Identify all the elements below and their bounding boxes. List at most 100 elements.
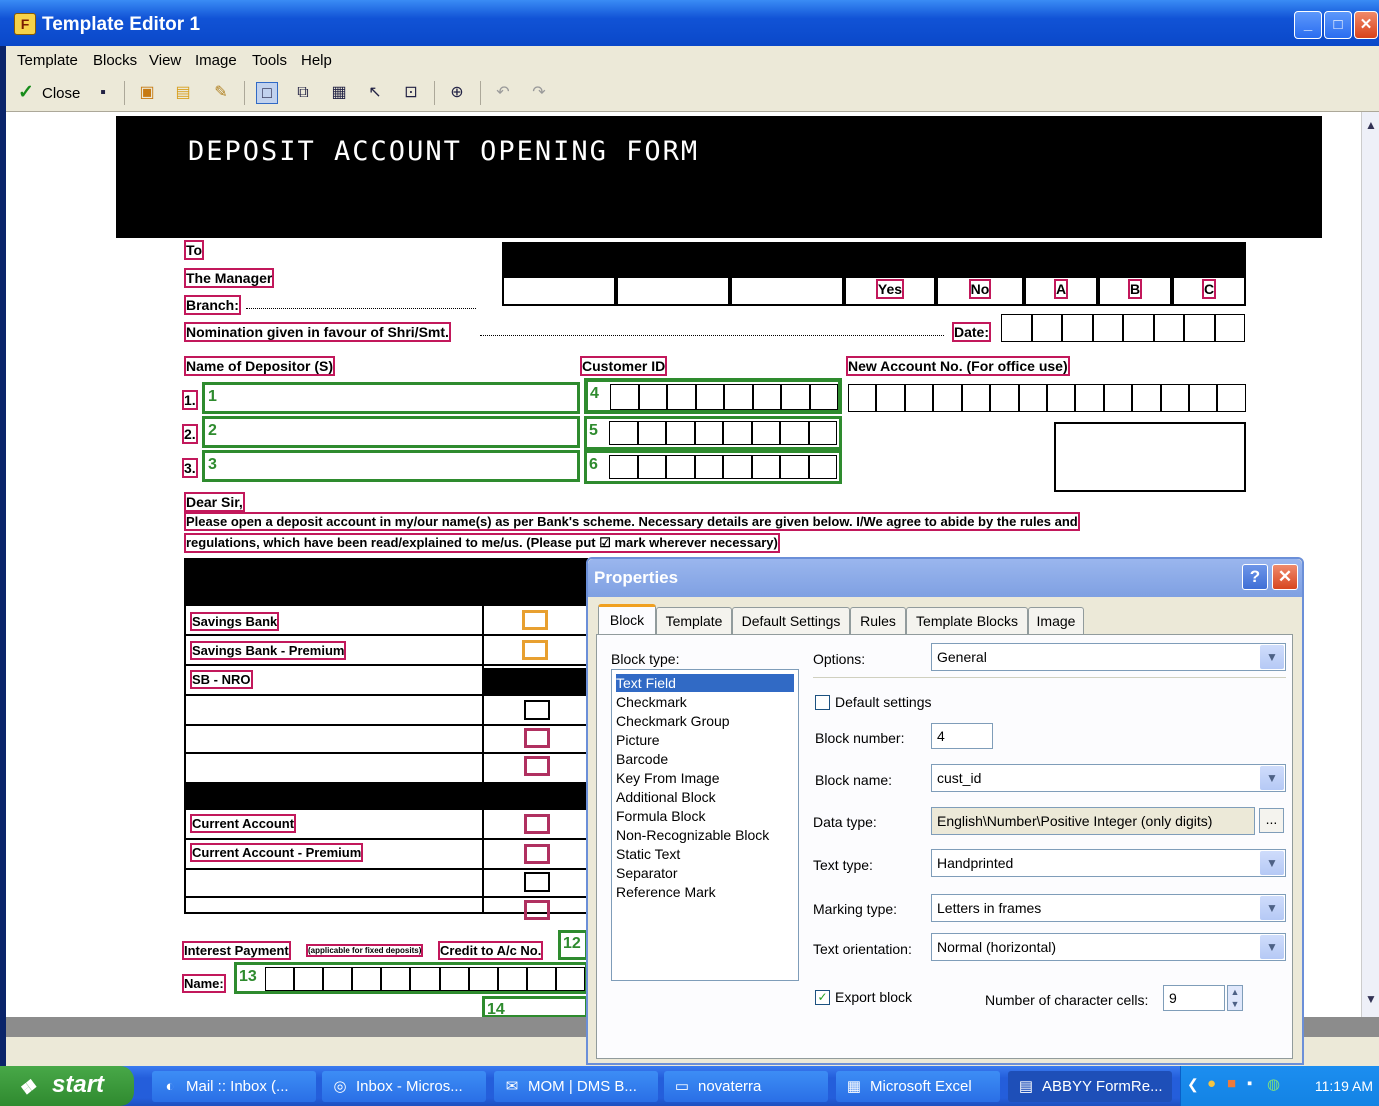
title-bar[interactable]: F Template Editor 1 _ □ ✕ (0, 0, 1379, 46)
text-type-select[interactable]: Handprinted ▼ (931, 849, 1286, 877)
check-icon[interactable]: ✓ (18, 81, 34, 104)
tray-app-icon[interactable]: ◍ (1267, 1075, 1280, 1093)
checkmark-block[interactable] (524, 814, 550, 834)
group-tool-icon[interactable]: ⧉ (292, 82, 314, 104)
list-item[interactable]: Checkmark (616, 693, 687, 711)
tab-rules[interactable]: Rules (850, 607, 906, 635)
char-cells-input[interactable]: 9 (1163, 985, 1225, 1011)
row-number: 3. (182, 458, 198, 478)
depositor-name-2-block[interactable]: 2 (202, 416, 580, 448)
checkmark-box[interactable] (524, 700, 550, 720)
menu-template[interactable]: Template (17, 52, 78, 69)
gift-icon[interactable]: ▣ (136, 82, 158, 104)
chevron-down-icon[interactable]: ▼ (1260, 896, 1284, 920)
menu-tools[interactable]: Tools (252, 52, 287, 69)
checkmark-block[interactable] (524, 756, 550, 776)
start-button[interactable]: ❖ start (0, 1066, 134, 1106)
folder-icon[interactable]: ▤ (172, 82, 194, 104)
menu-help[interactable]: Help (301, 52, 332, 69)
tab-template-blocks[interactable]: Template Blocks (906, 607, 1028, 635)
vertical-scrollbar[interactable]: ▲ ▼ (1361, 112, 1379, 1017)
menu-image[interactable]: Image (195, 52, 237, 69)
list-item[interactable]: Text Field (616, 674, 794, 692)
list-item[interactable]: Key From Image (616, 769, 719, 787)
list-item[interactable]: Picture (616, 731, 660, 749)
chevron-down-icon[interactable]: ▼ (1260, 766, 1284, 790)
list-item[interactable]: Separator (616, 864, 677, 882)
chevron-down-icon[interactable]: ▼ (1260, 645, 1284, 669)
task-novaterra[interactable]: ▭ novaterra (664, 1071, 828, 1102)
globe-icon[interactable]: ⊕ (446, 82, 468, 104)
list-item[interactable]: Checkmark Group (616, 712, 730, 730)
task-excel[interactable]: ▦ Microsoft Excel (836, 1071, 1000, 1102)
options-select[interactable]: General ▼ (931, 643, 1286, 671)
list-item[interactable]: Static Text (616, 845, 680, 863)
export-block-checkbox[interactable]: ✓ (815, 990, 830, 1005)
tab-image[interactable]: Image (1028, 607, 1084, 635)
undo-icon[interactable]: ↶ (492, 82, 514, 104)
checkmark-box[interactable] (524, 872, 550, 892)
depositor-name-3-block[interactable]: 3 (202, 450, 580, 482)
list-item[interactable]: Barcode (616, 750, 668, 768)
checkmark-block[interactable] (524, 844, 550, 864)
region-icon[interactable]: ⊡ (400, 82, 422, 104)
name-block[interactable]: 13 (234, 962, 588, 994)
checkmark-block[interactable] (522, 640, 548, 660)
tray-app-icon[interactable]: ■ (1227, 1075, 1236, 1092)
scroll-up-icon[interactable]: ▲ (1365, 118, 1377, 132)
task-inbox-outlook[interactable]: ◎ Inbox - Micros... (322, 1071, 486, 1102)
list-item[interactable]: Formula Block (616, 807, 705, 825)
char-cells-spinner[interactable]: ▲ ▼ (1227, 985, 1243, 1011)
task-abbyy[interactable]: ▤ ABBYY FormRe... (1008, 1071, 1172, 1102)
excel-icon: ▦ (846, 1078, 862, 1095)
tray-network-icon[interactable]: ▪ (1247, 1075, 1252, 1092)
checkmark-block[interactable] (524, 728, 550, 748)
brush-icon[interactable]: ✎ (210, 82, 232, 104)
default-settings-checkbox[interactable] (815, 695, 830, 710)
customer-id-2-block[interactable]: 5 (584, 416, 842, 450)
block-type-list[interactable]: Text Field Checkmark Checkmark Group Pic… (611, 669, 799, 981)
block-name-select[interactable]: cust_id ▼ (931, 764, 1286, 792)
tab-template[interactable]: Template (656, 607, 732, 635)
pointer-icon[interactable]: ↖ (364, 82, 386, 104)
task-mail-inbox[interactable]: ◐ Mail :: Inbox (... (152, 1071, 316, 1102)
tray-chevron-icon[interactable]: ❮ (1187, 1076, 1199, 1093)
text-orientation-select[interactable]: Normal (horizontal) ▼ (931, 933, 1286, 961)
tray-app-icon[interactable]: ● (1207, 1075, 1216, 1092)
customer-id-1-block[interactable]: 4 (584, 378, 842, 414)
minimize-button[interactable]: _ (1294, 11, 1322, 39)
data-type-browse-button[interactable]: ... (1259, 808, 1284, 833)
customer-id-3-block[interactable]: 6 (584, 450, 842, 484)
menu-blocks[interactable]: Blocks (93, 52, 137, 69)
list-item[interactable]: Non-Recognizable Block (616, 826, 769, 844)
maximize-button[interactable]: □ (1324, 11, 1352, 39)
depositor-name-1-block[interactable]: 1 (202, 382, 580, 414)
partial-block[interactable]: 14 (482, 996, 588, 1017)
table-tool-icon[interactable]: ▦ (328, 82, 350, 104)
rectangle-tool-icon[interactable]: □ (256, 82, 278, 104)
tab-default-settings[interactable]: Default Settings (732, 607, 850, 635)
close-window-button[interactable]: ✕ (1354, 11, 1378, 39)
dialog-title-bar[interactable]: Properties ? ✕ (588, 559, 1302, 597)
save-icon[interactable]: ▪ (92, 82, 114, 104)
chevron-down-icon[interactable]: ▼ (1260, 935, 1284, 959)
block-number-input[interactable]: 4 (931, 723, 993, 749)
credit-account-block[interactable]: 12 (558, 930, 588, 960)
list-item[interactable]: Additional Block (616, 788, 716, 806)
menu-view[interactable]: View (149, 52, 181, 69)
checkmark-block[interactable] (522, 610, 548, 630)
redo-icon[interactable]: ↷ (528, 82, 550, 104)
help-button[interactable]: ? (1242, 564, 1268, 590)
list-item[interactable]: Reference Mark (616, 883, 716, 901)
marking-type-select[interactable]: Letters in frames ▼ (931, 894, 1286, 922)
task-mom-dms[interactable]: ✉ MOM | DMS B... (494, 1071, 658, 1102)
close-button[interactable]: Close (42, 85, 80, 102)
char-cells-label: Number of character cells: (985, 992, 1149, 1008)
block-tab-panel: Block type: Text Field Checkmark Checkma… (596, 634, 1293, 1059)
checkmark-block[interactable] (524, 900, 550, 920)
scroll-down-icon[interactable]: ▼ (1365, 992, 1377, 1006)
system-tray: ❮ ● ■ ▪ ◍ 11:19 AM (1180, 1066, 1379, 1106)
tab-block[interactable]: Block (598, 604, 656, 635)
close-dialog-button[interactable]: ✕ (1272, 564, 1298, 590)
chevron-down-icon[interactable]: ▼ (1260, 851, 1284, 875)
